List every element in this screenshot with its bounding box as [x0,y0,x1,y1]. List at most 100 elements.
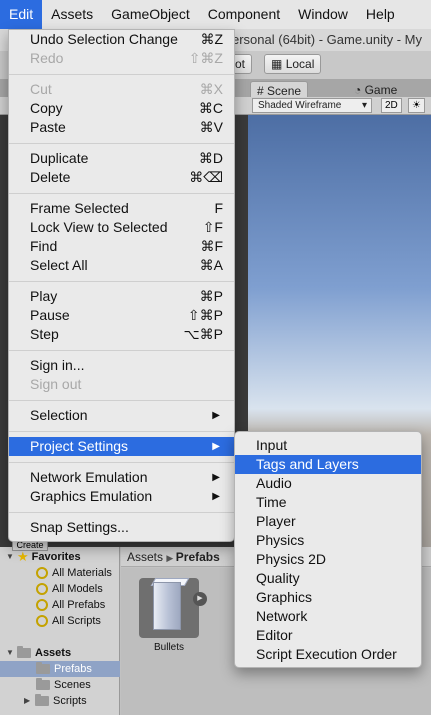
menu-edit[interactable]: Edit [0,0,43,29]
menu-item-lock-view[interactable]: Lock View to Selected ⇧F [9,218,234,237]
folder-prefabs[interactable]: Prefabs [0,661,120,677]
star-icon: ★ [17,549,29,564]
menu-help[interactable]: Help [357,0,404,29]
favorites-header[interactable]: ▼ ★ Favorites [6,549,81,565]
submenu-arrow-icon: ▶ [212,491,220,502]
menu-item-project-settings[interactable]: Project Settings ▶ [9,437,234,456]
menu-item-label: Sign in... [30,357,85,373]
menu-item-step[interactable]: Step ⌥⌘P [9,325,234,344]
submenu-item-network[interactable]: Network [235,607,421,626]
menu-item-selection[interactable]: Selection ▶ [9,406,234,425]
favorite-item-label: All Prefabs [52,599,106,611]
menu-item-label: Play [30,288,58,304]
menu-item-label: Find [30,238,58,254]
local-button[interactable]: ▦ Local [264,54,322,74]
menu-item-redo: Redo ⇧⌘Z [9,49,234,68]
favorite-item[interactable]: All Prefabs [36,597,105,613]
collapse-triangle-icon: ▶ [24,696,31,705]
menu-window[interactable]: Window [289,0,357,29]
favorites-label: Favorites [31,551,81,563]
menu-item-label: Selection [30,407,88,423]
submenu-item-input[interactable]: Input [235,436,421,455]
menu-separator [9,193,234,194]
shading-mode-dropdown[interactable]: Shaded Wireframe ▾ [252,98,372,113]
favorite-item[interactable]: All Models [36,581,103,597]
menu-item-snap-settings[interactable]: Snap Settings... [9,518,234,537]
submenu-item-physics[interactable]: Physics [235,531,421,550]
menu-separator [9,143,234,144]
breadcrumb-separator-icon: ▶ [166,553,176,563]
breadcrumb-root[interactable]: Assets [127,550,163,564]
submenu-item-quality[interactable]: Quality [235,569,421,588]
submenu-item-audio[interactable]: Audio [235,474,421,493]
menu-item-shortcut: ⌥⌘P [183,326,223,342]
menu-separator [9,74,234,75]
menu-separator [9,400,234,401]
local-label: Local [285,57,315,71]
menu-item-shortcut: ⌘X [199,81,223,97]
prefab-thumbnail[interactable] [139,578,199,638]
menu-item-paste[interactable]: Paste ⌘V [9,118,234,137]
favorite-item[interactable]: All Materials [36,565,112,581]
menu-item-label: Paste [30,119,66,135]
menu-item-duplicate[interactable]: Duplicate ⌘D [9,149,234,168]
menu-item-delete[interactable]: Delete ⌘⌫ [9,168,234,187]
expand-prefab-icon[interactable]: ▶ [193,592,207,606]
menu-item-shortcut: F [214,200,223,216]
menu-item-label: Undo Selection Change [30,31,178,47]
folder-icon [35,694,49,706]
search-icon [36,567,48,579]
lighting-toggle-button[interactable]: ☀ [408,98,425,113]
menu-item-play[interactable]: Play ⌘P [9,287,234,306]
menu-item-shortcut: ⇧⌘Z [188,50,223,66]
submenu-item-physics-2d[interactable]: Physics 2D [235,550,421,569]
menu-item-shortcut: ⌘F [200,238,223,254]
favorite-item[interactable]: All Scripts [36,613,101,629]
menu-item-shortcut: ⇧⌘P [187,307,223,323]
breadcrumb-current[interactable]: Prefabs [176,550,220,564]
search-icon [36,583,48,595]
menu-item-label: Cut [30,81,52,97]
folder-scripts[interactable]: ▶ Scripts [24,693,87,709]
submenu-arrow-icon: ▶ [212,472,220,483]
menu-item-undo[interactable]: Undo Selection Change ⌘Z [9,30,234,49]
menu-item-copy[interactable]: Copy ⌘C [9,99,234,118]
menu-item-sign-out: Sign out [9,375,234,394]
folder-scenes[interactable]: Scenes [36,677,91,693]
assets-folder[interactable]: ▼ Assets [6,645,71,661]
cube-preview-icon [153,582,181,630]
menu-gameobject[interactable]: GameObject [102,0,199,29]
submenu-item-script-execution-order[interactable]: Script Execution Order [235,645,421,664]
submenu-item-editor[interactable]: Editor [235,626,421,645]
menu-item-sign-in[interactable]: Sign in... [9,356,234,375]
menu-item-frame-selected[interactable]: Frame Selected F [9,199,234,218]
menu-item-label: Frame Selected [30,200,129,216]
menu-item-network-emulation[interactable]: Network Emulation ▶ [9,468,234,487]
tab-scene-label: Scene [267,84,302,98]
submenu-item-player[interactable]: Player [235,512,421,531]
expand-triangle-icon: ▼ [6,648,14,657]
shading-mode-label: Shaded Wireframe [258,100,342,111]
menu-component[interactable]: Component [199,0,289,29]
submenu-arrow-icon: ▶ [212,410,220,421]
submenu-item-tags-and-layers[interactable]: Tags and Layers [235,455,421,474]
menu-item-shortcut: ⌘C [198,100,223,116]
menu-item-pause[interactable]: Pause ⇧⌘P [9,306,234,325]
menu-item-graphics-emulation[interactable]: Graphics Emulation ▶ [9,487,234,506]
menu-item-label: Delete [30,169,71,185]
menu-assets[interactable]: Assets [42,0,102,29]
menu-item-shortcut: ⌘D [198,150,223,166]
menu-item-label: Pause [30,307,70,323]
project-tree: ▼ ★ Favorites All Materials All Models A… [0,547,120,715]
menu-item-select-all[interactable]: Select All ⌘A [9,256,234,275]
submenu-item-graphics[interactable]: Graphics [235,588,421,607]
toggle-2d-button[interactable]: 2D [381,98,402,113]
pacman-icon: ◔ [354,83,362,97]
tab-game-label: Game [364,83,398,97]
menu-separator [9,281,234,282]
menu-item-find[interactable]: Find ⌘F [9,237,234,256]
menu-item-shortcut: ⌘Z [200,31,223,47]
submenu-item-time[interactable]: Time [235,493,421,512]
menu-item-shortcut: ⌘V [199,119,223,135]
asset-label: Bullets [153,642,184,653]
